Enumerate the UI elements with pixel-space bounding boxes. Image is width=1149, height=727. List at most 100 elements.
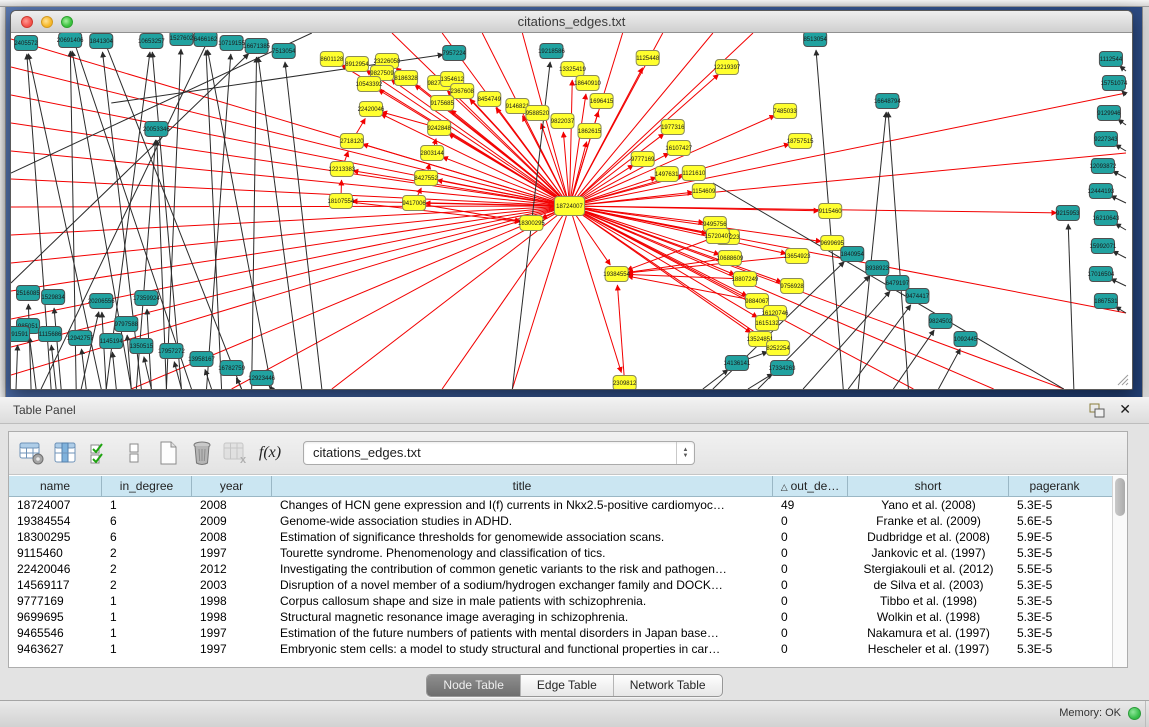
new-column-icon[interactable] — [153, 438, 183, 468]
graph-node-10688609[interactable]: 10688609 — [717, 251, 744, 266]
column-header-in_degree[interactable]: in_degree — [102, 476, 192, 496]
graph-node-13654923[interactable]: 13654923 — [784, 249, 811, 264]
graph-node-8513054[interactable]: 8513054 — [803, 33, 827, 47]
select-all-icon[interactable] — [85, 438, 115, 468]
graph-node-9417006[interactable]: 9417006 — [402, 196, 426, 211]
graph-node-2718120[interactable]: 2718120 — [340, 134, 364, 149]
graph-node-17334263[interactable]: 17334263 — [769, 361, 796, 376]
table-row[interactable]: 969969511998Structural magnetic resonanc… — [9, 609, 1112, 625]
graph-node-9175685[interactable]: 9175685 — [430, 96, 454, 111]
memory-ok-indicator[interactable] — [1128, 707, 1141, 720]
graph-node-1977316[interactable]: 1977316 — [661, 120, 685, 135]
graph-node-1154609[interactable]: 1154609 — [692, 184, 716, 199]
table-row[interactable]: 946362711997Embryonic stem cells: a mode… — [9, 641, 1112, 657]
graph-node-12923446[interactable]: 12923446 — [248, 371, 275, 386]
column-header-title[interactable]: title — [272, 476, 773, 496]
graph-node-17957272[interactable]: 17957272 — [158, 344, 185, 359]
graph-node-20053346[interactable]: 20053346 — [143, 122, 170, 137]
column-header-pagerank[interactable]: pagerank — [1009, 476, 1100, 496]
graph-node-7513054[interactable]: 7513054 — [272, 44, 296, 59]
graph-node-2367608[interactable]: 2367608 — [451, 84, 475, 99]
graph-node-18757515[interactable]: 18757515 — [787, 134, 814, 149]
table-row[interactable]: 977716911998Corpus callosum shape and si… — [9, 593, 1112, 609]
graph-node-18107554[interactable]: 18107554 — [328, 194, 355, 209]
scrollbar-thumb[interactable] — [1115, 478, 1125, 516]
graph-node-10653257[interactable]: 10653257 — [138, 34, 165, 49]
graph-node-1615132[interactable]: 1615132 — [755, 316, 779, 331]
graph-node-12942757[interactable]: 12942757 — [67, 331, 94, 346]
graph-node-14136141[interactable]: 14136141 — [724, 356, 751, 371]
graph-node-9797588[interactable]: 9797588 — [115, 317, 139, 332]
graph-node-16648794[interactable]: 16648794 — [874, 94, 901, 109]
graph-node-13958167[interactable]: 13958167 — [188, 352, 215, 367]
graph-node-9215953[interactable]: 9215953 — [1056, 206, 1080, 221]
column-header-out_de[interactable]: △out_de… — [773, 476, 848, 496]
graph-node-1862615[interactable]: 1862615 — [578, 124, 602, 139]
graph-node-8601128[interactable]: 8601128 — [320, 52, 344, 67]
graph-node-1696415[interactable]: 1696415 — [590, 94, 614, 109]
graph-node-1125448[interactable]: 1125448 — [636, 51, 660, 66]
graph-node-391591[interactable]: 391591 — [11, 327, 30, 342]
graph-node-6466162[interactable]: 6466162 — [194, 33, 218, 47]
table-mode-icon[interactable] — [17, 438, 47, 468]
close-panel-icon[interactable]: ✕ — [1119, 401, 1131, 418]
table-row[interactable]: 1830029562008Estimation of significance … — [9, 529, 1112, 545]
tab-edge-table[interactable]: Edge Table — [521, 675, 614, 696]
graph-node-15992071[interactable]: 15992071 — [1090, 239, 1117, 254]
graph-node-16210643[interactable]: 16210643 — [1093, 211, 1120, 226]
show-columns-icon[interactable] — [51, 438, 81, 468]
column-header-short[interactable]: short — [848, 476, 1009, 496]
graph-node-9115460[interactable]: 9115460 — [819, 204, 843, 219]
graph-node-20206556[interactable]: 20206556 — [88, 294, 115, 309]
graph-node-9227343[interactable]: 9227343 — [1094, 132, 1118, 147]
graph-node-2516085[interactable]: 2516085 — [16, 286, 40, 301]
graph-node-13325419[interactable]: 13325419 — [559, 62, 586, 77]
graph-node-1115686[interactable]: 1115686 — [39, 327, 62, 342]
graph-node-10719155[interactable]: 10719155 — [218, 36, 245, 51]
graph-node-18807249[interactable]: 18807249 — [732, 272, 759, 287]
graph-node-8252254[interactable]: 8252254 — [766, 341, 790, 356]
table-row[interactable]: 911546021997Tourette syndrome. Phenomeno… — [9, 545, 1112, 561]
graph-node-1529834[interactable]: 1529834 — [41, 290, 65, 305]
graph-node-18640910[interactable]: 18640910 — [574, 76, 601, 91]
graph-node-1121610[interactable]: 1121610 — [682, 166, 706, 181]
graph-node-1840954[interactable]: 1840954 — [841, 247, 865, 262]
function-builder-icon[interactable]: f(x) — [255, 438, 285, 468]
table-row[interactable]: 2242004622012Investigating the contribut… — [9, 561, 1112, 577]
graph-node-7485033[interactable]: 7485033 — [773, 104, 797, 119]
tab-node-table[interactable]: Node Table — [427, 675, 521, 696]
graph-node-9824502[interactable]: 9824502 — [929, 314, 953, 329]
table-row[interactable]: 1938455462009Genome-wide association stu… — [9, 513, 1112, 529]
graph-node-8186328[interactable]: 8186328 — [394, 71, 418, 86]
graph-node-9474417[interactable]: 9474417 — [906, 289, 930, 304]
graph-node-9777169[interactable]: 9777169 — [631, 152, 655, 167]
vertical-scrollbar[interactable] — [1112, 476, 1127, 667]
graph-node-1112544[interactable]: 1112544 — [1099, 52, 1122, 67]
tab-network-table[interactable]: Network Table — [614, 675, 722, 696]
graph-node-6479197[interactable]: 6479197 — [886, 276, 910, 291]
graph-node-1867531[interactable]: 1867531 — [1094, 294, 1118, 309]
graph-node-16107427[interactable]: 16107427 — [665, 141, 692, 156]
graph-node-17016504[interactable]: 17016504 — [1088, 267, 1115, 282]
graph-node-12219397[interactable]: 12219397 — [714, 60, 741, 75]
graph-node-8912954[interactable]: 8912954 — [345, 57, 369, 72]
graph-node-15751074[interactable]: 15751074 — [1101, 76, 1128, 91]
float-window-icon[interactable] — [1089, 403, 1105, 418]
graph-node-8938923[interactable]: 8938923 — [866, 261, 890, 276]
graph-node-1092445[interactable]: 1092445 — [954, 332, 978, 347]
graph-node-10543392[interactable]: 10543392 — [356, 77, 383, 92]
graph-node-1350515[interactable]: 1350515 — [130, 339, 154, 354]
deselect-all-icon[interactable] — [119, 438, 149, 468]
graph-node-8454749[interactable]: 8454749 — [478, 92, 502, 107]
table-row[interactable]: 946554611997Estimation of the future num… — [9, 625, 1112, 641]
table-row[interactable]: 1872400712008Changes of HCN gene express… — [9, 497, 1112, 513]
graph-node-12093872[interactable]: 12093872 — [1090, 159, 1117, 174]
graph-node-1497631[interactable]: 1497631 — [655, 167, 679, 182]
graph-node-17359924[interactable]: 17359924 — [133, 291, 160, 306]
graph-node-9588520[interactable]: 9588520 — [526, 106, 550, 121]
graph-node-15720407[interactable]: 15720407 — [705, 229, 732, 244]
graph-node-2803144[interactable]: 2803144 — [420, 146, 444, 161]
graph-node-9242848[interactable]: 9242848 — [427, 121, 451, 136]
graph-node-20691406[interactable]: 20691406 — [57, 33, 84, 48]
column-header-name[interactable]: name — [9, 476, 102, 496]
